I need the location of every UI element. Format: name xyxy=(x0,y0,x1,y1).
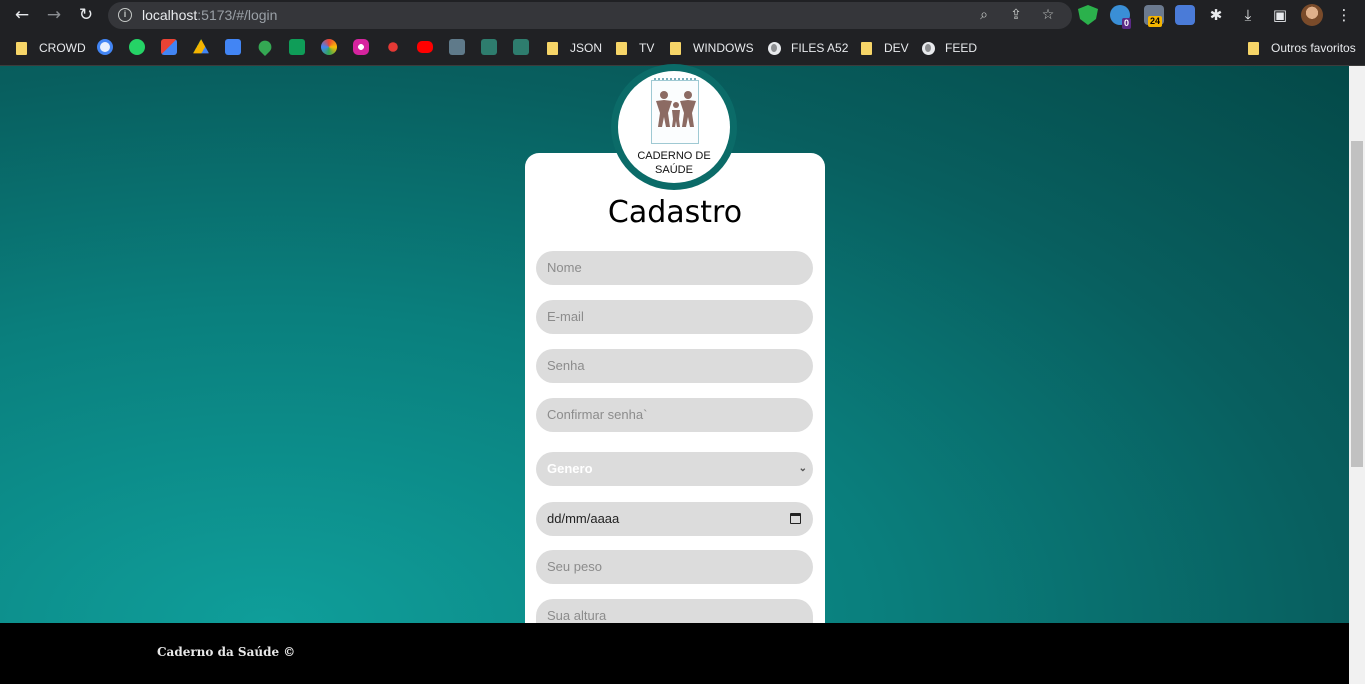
colorful-app-icon[interactable] xyxy=(321,39,337,55)
folder-icon xyxy=(1248,41,1259,55)
terminal-icon[interactable] xyxy=(513,39,529,55)
url-text[interactable]: localhost:5173/#/login xyxy=(142,7,277,23)
page-title: Cadastro xyxy=(607,195,743,230)
calendar-icon[interactable] xyxy=(790,513,801,524)
folder-icon xyxy=(861,41,872,55)
g-suite-icon[interactable] xyxy=(97,39,113,55)
server-icon[interactable] xyxy=(449,39,465,55)
date-value: dd/mm/aaaa xyxy=(547,511,620,526)
folder-icon xyxy=(547,41,558,55)
terminal-icon[interactable] xyxy=(481,39,497,55)
profile-avatar[interactable] xyxy=(1301,4,1323,26)
share-icon[interactable]: ⇪ xyxy=(1007,6,1025,24)
email-input[interactable]: E-mail xyxy=(536,300,813,334)
folder-icon xyxy=(616,41,627,55)
bookmark-files-a52[interactable]: FILES A52 xyxy=(768,39,848,57)
password-input[interactable]: Senha xyxy=(536,349,813,383)
globe-icon xyxy=(922,41,935,55)
folder-icon xyxy=(16,41,27,55)
globe-icon xyxy=(768,41,781,55)
google-translate-icon[interactable] xyxy=(225,39,241,55)
forward-arrow-icon[interactable]: → xyxy=(43,4,65,26)
puzzle-icon[interactable]: ✱ xyxy=(1206,5,1226,25)
logo: CADERNO DE SAÚDE xyxy=(611,64,737,190)
bookmark-json[interactable]: JSON xyxy=(547,39,602,57)
weight-input[interactable]: Seu peso xyxy=(536,550,813,584)
red-app-icon[interactable] xyxy=(388,42,398,52)
gmail-icon[interactable] xyxy=(161,39,177,55)
scrollbar-thumb[interactable] xyxy=(1351,141,1363,467)
browser-toolbar: ← → ↻ i localhost:5173/#/login ⌕ ⇪ ☆ 0 2… xyxy=(0,0,1365,31)
confirm-password-input[interactable]: Confirmar senha` xyxy=(536,398,813,432)
back-arrow-icon[interactable]: ← xyxy=(11,4,33,26)
chevron-down-icon: ⌄ xyxy=(798,463,807,474)
gender-selected-value: Genero xyxy=(547,461,593,476)
translate-extension-icon[interactable] xyxy=(1175,5,1195,25)
bookmark-star-icon[interactable]: ☆ xyxy=(1039,6,1057,24)
logo-text: CADERNO DE SAÚDE xyxy=(637,150,711,176)
google-sheets-icon[interactable] xyxy=(289,39,305,55)
extension-badge: 0 xyxy=(1122,18,1132,29)
footer-text: Caderno da Saúde © xyxy=(157,645,296,659)
side-panel-icon[interactable]: ▣ xyxy=(1270,5,1290,25)
gender-select[interactable]: Genero ⌄ xyxy=(536,452,813,486)
notepad-family-icon xyxy=(651,78,699,144)
height-input[interactable]: Sua altura xyxy=(536,599,813,623)
reload-icon[interactable]: ↻ xyxy=(75,4,97,26)
name-input[interactable]: Nome xyxy=(536,251,813,285)
bookmark-feed[interactable]: FEED xyxy=(922,39,977,57)
instagram-icon[interactable] xyxy=(353,39,369,55)
footer: Caderno da Saúde © xyxy=(0,623,1349,684)
shield-extension-icon[interactable] xyxy=(1078,5,1098,25)
logo-inner: CADERNO DE SAÚDE xyxy=(618,71,730,183)
download-icon[interactable]: ⤓ xyxy=(1238,5,1258,25)
zoom-icon[interactable]: ⌕ xyxy=(975,6,993,24)
scrollbar-corner xyxy=(1349,623,1365,684)
youtube-icon[interactable] xyxy=(417,41,433,53)
kebab-menu-icon[interactable]: ⋮ xyxy=(1334,5,1354,25)
whatsapp-icon[interactable] xyxy=(129,39,145,55)
bookmark-crowd[interactable]: CROWD xyxy=(16,39,86,57)
bookmark-other-favorites[interactable]: Outros favoritos xyxy=(1248,39,1356,57)
address-bar[interactable]: i localhost:5173/#/login ⌕ ⇪ ☆ xyxy=(108,2,1072,29)
birthdate-input[interactable]: dd/mm/aaaa xyxy=(536,502,813,536)
bookmark-dev[interactable]: DEV xyxy=(861,39,909,57)
bookmark-windows[interactable]: WINDOWS xyxy=(670,39,754,57)
folder-icon xyxy=(670,41,681,55)
extension-badge: 24 xyxy=(1148,16,1163,27)
site-info-icon[interactable]: i xyxy=(118,8,132,22)
bookmark-tv[interactable]: TV xyxy=(616,39,654,57)
